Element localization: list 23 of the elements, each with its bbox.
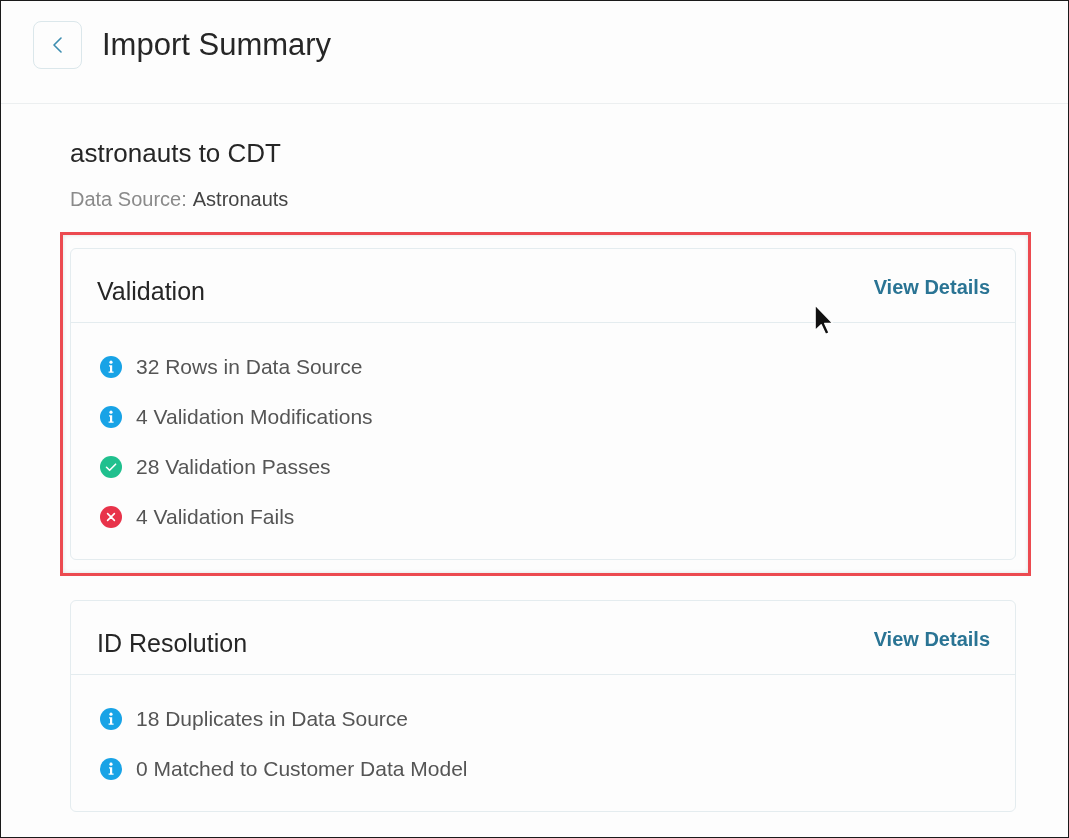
info-icon (100, 356, 122, 378)
summary-text: 0 Matched to Customer Data Model (136, 756, 468, 782)
chevron-left-icon (53, 37, 62, 53)
summary-text: 4 Validation Fails (136, 504, 295, 530)
data-source-value: Astronauts (192, 187, 289, 211)
page-title: Import Summary (102, 26, 332, 64)
section-title: Validation (97, 276, 205, 306)
view-details-link[interactable]: View Details (873, 273, 990, 301)
summary-text: 28 Validation Passes (136, 454, 331, 480)
check-circle-icon (100, 456, 122, 478)
data-source-label: Data Source: (70, 187, 187, 211)
summary-text: 4 Validation Modifications (136, 404, 373, 430)
x-circle-icon (100, 506, 122, 528)
view-details-link[interactable]: View Details (873, 625, 990, 653)
back-button[interactable] (33, 21, 82, 69)
summary-text: 18 Duplicates in Data Source (136, 706, 408, 732)
section-title: ID Resolution (97, 628, 248, 658)
import-name: astronauts to CDT (70, 138, 281, 168)
summary-text: 32 Rows in Data Source (136, 354, 363, 380)
info-icon (100, 708, 122, 730)
cursor-icon (814, 304, 835, 336)
info-icon (100, 406, 122, 428)
info-icon (100, 758, 122, 780)
